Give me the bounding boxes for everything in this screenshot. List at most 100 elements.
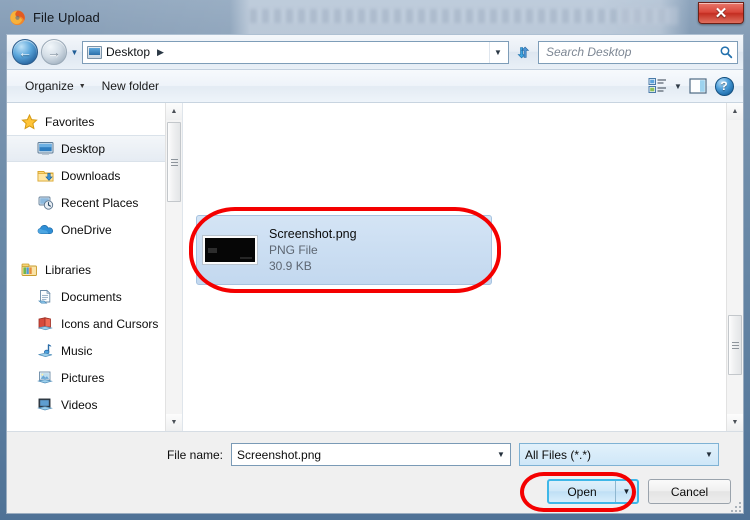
scroll-down-button[interactable]: ▼ [166,414,182,431]
scroll-up-button[interactable]: ▲ [166,103,182,120]
address-dropdown-button[interactable]: ▼ [489,41,506,63]
close-button[interactable]: ✕ [698,2,744,24]
sidebar-item-documents[interactable]: Documents [7,283,182,310]
sidebar-item-label: OneDrive [61,222,112,237]
navpane-scrollbar[interactable]: ▲ ▼ [165,103,182,431]
sidebar-item-label: Pictures [61,370,105,385]
desktop-icon [87,45,102,59]
scrollbar-grip-icon [170,157,178,168]
file-type: PNG File [269,243,318,257]
open-split-button[interactable]: Open ▼ [547,479,639,504]
forward-button[interactable]: → [41,39,67,65]
preview-pane-button[interactable] [685,74,711,98]
view-options-dropdown[interactable]: ▼ [671,74,685,98]
sidebar-item-icons-and-cursors[interactable]: Icons and Cursors [7,310,182,337]
recent-locations-button[interactable]: ▼ [67,39,82,65]
file-list-pane[interactable]: Screenshot.png PNG File 30.9 KB ▲ ▼ [183,103,743,431]
star-icon [21,113,38,130]
list-item[interactable]: Screenshot.png PNG File 30.9 KB [196,215,492,285]
filename-row: File name: Screenshot.png ▼ All Files (*… [7,443,743,466]
cancel-button[interactable]: Cancel [648,479,731,504]
views-icon [648,78,666,93]
file-size: 30.9 KB [269,259,312,273]
downloads-folder-icon [37,168,54,184]
scroll-down-button[interactable]: ▼ [727,414,743,431]
nav-group-favorites[interactable]: Favorites [7,109,182,135]
search-input[interactable]: Search Desktop [546,45,719,59]
pictures-library-icon [37,370,54,386]
close-icon: ✕ [714,4,728,22]
help-icon: ? [714,76,734,96]
sidebar-item-onedrive[interactable]: OneDrive [7,216,182,243]
command-toolbar: Organize ▼ New folder ▼ ? [7,70,743,103]
onedrive-cloud-icon [37,222,54,238]
back-button[interactable]: ← [12,39,38,65]
address-bar: ← → ▼ Desktop ▶ ▼ Search Desktop [7,35,743,70]
file-type-value: All Files (*.*) [525,447,592,462]
file-metadata: Screenshot.png PNG File 30.9 KB [269,227,357,273]
sidebar-item-pictures[interactable]: Pictures [7,364,182,391]
filelist-scrollbar[interactable]: ▲ ▼ [726,103,743,431]
window-title: File Upload [33,9,100,25]
icons-cursors-library-icon [37,316,54,332]
new-folder-button[interactable]: New folder [94,75,167,97]
sidebar-item-label: Documents [61,289,122,304]
file-upload-dialog: File Upload ✕ ← → ▼ Desktop ▶ ▼ Search D… [0,0,750,520]
black-screenshot-thumbnail [203,236,257,264]
chevron-down-icon: ▼ [494,47,502,57]
breadcrumb-separator-icon[interactable]: ▶ [157,47,164,58]
open-button[interactable]: Open [549,481,615,502]
breadcrumb-desktop[interactable]: Desktop [106,45,150,59]
chevron-down-icon: ▼ [674,81,682,91]
music-library-icon [37,343,54,359]
navigation-list: Favorites Desktop Downloads Recent Place… [7,103,182,418]
dialog-footer: File name: Screenshot.png ▼ All Files (*… [7,431,743,513]
sidebar-item-label: Downloads [61,168,121,183]
dialog-buttons: Open ▼ Cancel [547,479,731,504]
sidebar-item-label: Videos [61,397,98,412]
window-controls: ✕ [698,2,744,24]
recent-places-icon [37,195,54,211]
file-type-select[interactable]: All Files (*.*) ▼ [519,443,719,466]
scrollbar-thumb[interactable] [728,315,742,375]
title-bar: File Upload ✕ [0,0,750,34]
chevron-down-icon: ▼ [78,82,86,90]
address-breadcrumb-bar[interactable]: Desktop ▶ ▼ [82,40,509,64]
sidebar-item-recent-places[interactable]: Recent Places [7,189,182,216]
sidebar-item-label: Recent Places [61,195,139,210]
triangle-down-icon: ▼ [170,419,178,426]
help-button[interactable]: ? [711,74,737,98]
sidebar-item-videos[interactable]: Videos [7,391,182,418]
navigation-pane: Favorites Desktop Downloads Recent Place… [7,103,183,431]
sidebar-item-label: Music [61,343,93,358]
nav-group-libraries[interactable]: Libraries [7,257,182,283]
file-name-value: Screenshot.png [237,447,322,462]
file-name: Screenshot.png [269,227,357,241]
new-folder-label: New folder [101,79,159,93]
open-dropdown-button[interactable]: ▼ [615,481,637,502]
sidebar-item-label: Icons and Cursors [61,316,159,331]
cancel-label: Cancel [670,484,709,499]
search-magnifier-icon [719,45,733,59]
file-name-input[interactable]: Screenshot.png ▼ [231,443,511,466]
search-box[interactable]: Search Desktop [538,40,738,64]
dialog-client-area: ← → ▼ Desktop ▶ ▼ Search Desktop Organiz… [6,34,744,514]
nav-group-label: Libraries [45,263,92,277]
nav-group-gap [7,243,182,257]
scroll-up-button[interactable]: ▲ [727,103,743,120]
chevron-down-icon[interactable]: ▼ [700,444,718,465]
refresh-button[interactable] [512,41,534,64]
triangle-up-icon: ▲ [170,108,178,115]
preview-pane-icon [689,78,707,94]
change-view-button[interactable] [645,74,671,98]
sidebar-item-label: Desktop [61,141,106,156]
libraries-icon [21,262,38,278]
sidebar-item-desktop[interactable]: Desktop [7,135,182,162]
firefox-icon [9,9,26,26]
scrollbar-thumb[interactable] [167,122,181,202]
sidebar-item-music[interactable]: Music [7,337,182,364]
documents-library-icon [37,289,54,305]
organize-button[interactable]: Organize ▼ [17,75,94,97]
chevron-down-icon[interactable]: ▼ [492,444,510,465]
sidebar-item-downloads[interactable]: Downloads [7,162,182,189]
